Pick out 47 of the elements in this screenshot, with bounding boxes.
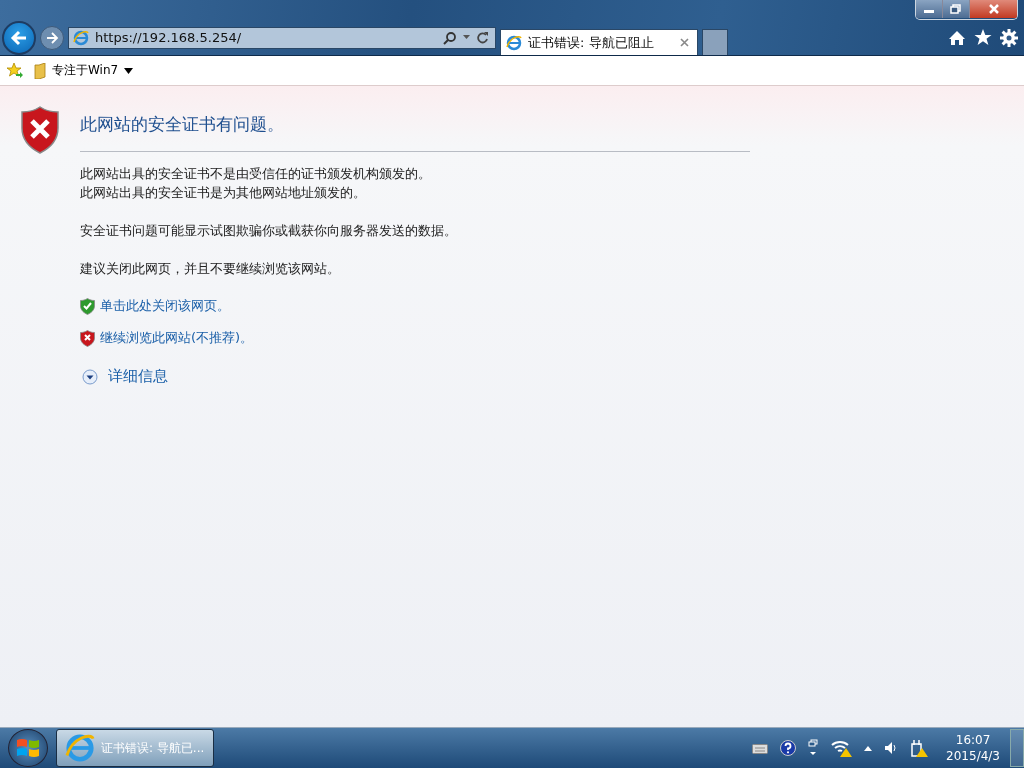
shield-error-icon (20, 106, 60, 154)
windows-logo-icon (16, 737, 40, 759)
settings-icon[interactable] (1000, 28, 1018, 47)
shield-error-icon (80, 329, 95, 347)
message-text: 建议关闭此网页，并且不要继续浏览该网站。 (80, 260, 341, 278)
wifi-warning-icon[interactable] (830, 739, 853, 757)
link[interactable]: 继续浏览此网站(不推荐)。 (100, 329, 254, 347)
keyboard-icon[interactable] (752, 742, 769, 754)
shield-check-icon (80, 297, 95, 315)
error-heading: 此网站的安全证书有问题。 (80, 113, 285, 136)
forward-button[interactable] (40, 25, 64, 50)
details-link[interactable]: 详细信息 (108, 367, 168, 386)
star-icon[interactable] (974, 29, 992, 46)
browser-logo-icon (65, 733, 95, 763)
home-icon[interactable] (948, 29, 966, 46)
forward-arrow-icon (45, 30, 59, 45)
start-button[interactable] (8, 729, 48, 767)
link[interactable]: 单击此处关闭该网页。 (100, 297, 230, 315)
close-icon[interactable] (680, 38, 689, 47)
close-button[interactable] (970, 0, 1017, 18)
speaker-icon[interactable] (884, 741, 899, 755)
message-text: 此网站出具的安全证书是为其他网站地址颁发的。 (80, 184, 367, 202)
restore-button[interactable] (943, 0, 970, 18)
favorites-star-icon[interactable] (6, 62, 24, 79)
show-hidden-icons-icon[interactable] (864, 745, 873, 751)
address-bar[interactable]: https://192.168.5.254/ (68, 26, 496, 49)
back-button[interactable] (2, 20, 36, 55)
restore-icon (950, 4, 962, 14)
favorites-bar-item[interactable]: 专注于Win7 (34, 62, 134, 79)
close-icon (986, 4, 1001, 14)
language-bar-icon[interactable] (808, 739, 819, 757)
help-icon[interactable] (780, 740, 797, 756)
folder-icon (34, 62, 46, 79)
browser-logo-icon (506, 34, 522, 51)
message-text: 安全证书问题可能显示试图欺骗你或截获你向服务器发送的数据。 (80, 222, 458, 240)
network-warning-icon[interactable] (910, 739, 929, 757)
minimize-button[interactable] (916, 0, 943, 18)
new-tab-button[interactable] (702, 29, 728, 55)
message-text: 此网站出具的安全证书不是由受信任的证书颁发机构颁发的。 (80, 165, 432, 183)
browser-tab[interactable]: 证书错误: 导航已阻止 (500, 29, 698, 55)
caret-icon (124, 67, 134, 74)
caret-icon[interactable] (463, 35, 470, 40)
clock[interactable]: 16:07 2015/4/3 (946, 732, 1000, 764)
browser-logo-icon (73, 29, 89, 46)
refresh-icon[interactable] (476, 31, 489, 44)
expand-icon[interactable] (82, 368, 98, 385)
search-icon[interactable] (443, 30, 457, 45)
